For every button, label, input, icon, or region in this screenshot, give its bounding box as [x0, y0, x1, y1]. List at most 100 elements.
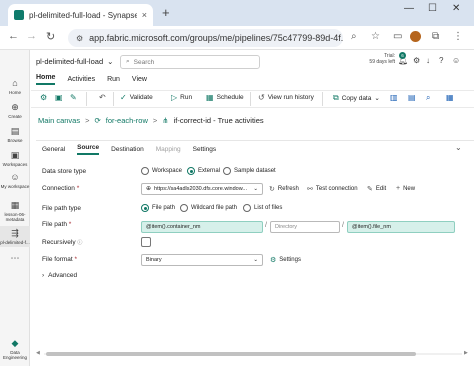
path-separator: /	[265, 222, 267, 229]
new-tab-button[interactable]: +	[162, 5, 170, 20]
tab-settings[interactable]: Settings	[193, 146, 217, 153]
rail-item-lesson-workspace[interactable]: ▦ lesson-06-metadata	[0, 200, 30, 222]
collapse-panel-icon[interactable]: ⌄	[455, 143, 462, 152]
forward-icon[interactable]: →	[26, 30, 37, 42]
rail-item-home[interactable]: ⌂ Home	[0, 78, 30, 95]
rail-item-my-workspace[interactable]: ☺ My workspace	[0, 172, 30, 189]
copy-data-button[interactable]: ⧉ Copy data ⌄	[333, 93, 380, 103]
lookup-icon: ⌕	[426, 93, 431, 102]
browser-menu-icon[interactable]: ⋮	[453, 31, 463, 42]
radio-file-path[interactable]: File path	[141, 204, 175, 212]
rail-more[interactable]: ⋯	[0, 253, 30, 265]
edit-button[interactable]: ✎ Edit	[367, 185, 386, 193]
breadcrumb-current: if-correct-id - True activities	[173, 116, 264, 125]
radio-button	[141, 167, 149, 175]
workspace-icon: ▦	[10, 200, 20, 210]
view-run-history-button[interactable]: ↺ View run history	[258, 93, 314, 102]
tab-source[interactable]: Source	[77, 144, 100, 155]
window-close-icon[interactable]: ✕	[452, 3, 460, 14]
ribbon-divider	[322, 92, 323, 106]
file-name-input[interactable]: @item().file_nm	[347, 221, 455, 233]
breadcrumb-main-canvas[interactable]: Main canvas	[38, 116, 80, 125]
breadcrumb-for-each-row[interactable]: for-each-row	[106, 116, 148, 125]
rail-item-workspaces[interactable]: ▣ Workspaces	[0, 150, 30, 167]
radio-wildcard-file-path[interactable]: Wildcard file path	[180, 204, 237, 212]
advanced-expander[interactable]: › Advanced	[42, 272, 77, 279]
tab-view[interactable]: View	[132, 76, 147, 83]
search-page-icon[interactable]: ⌕	[351, 31, 357, 42]
rail-item-pipeline[interactable]: ⇶ pl-delimited-f...	[0, 226, 30, 247]
connection-select[interactable]: ⊕ https://sa4adls2030.dfs.core.window...…	[141, 183, 263, 195]
pipeline-icon: ⇶	[11, 228, 19, 238]
reload-icon[interactable]: ↻	[46, 30, 55, 43]
radio-sample-dataset[interactable]: Sample dataset	[223, 167, 276, 175]
tab-close-icon[interactable]: ×	[142, 10, 147, 20]
directory-input[interactable]: Directory	[270, 221, 340, 233]
create-icon: ⊕	[11, 102, 19, 112]
lookup-button[interactable]: ⌕	[426, 93, 430, 103]
tab-mapping[interactable]: Mapping	[156, 146, 181, 153]
rail-item-create[interactable]: ⊕ Create	[0, 102, 30, 119]
settings-gear-button[interactable]: ⚙	[40, 93, 47, 102]
validate-button[interactable]: ✓ Validate	[120, 93, 153, 102]
data-engineering-icon: ◆	[11, 338, 19, 348]
tab-destination[interactable]: Destination	[111, 146, 144, 153]
extensions-icon[interactable]: ⧉	[432, 31, 439, 42]
breadcrumb-separator: >	[85, 116, 90, 125]
recursively-checkbox[interactable]	[141, 237, 151, 247]
back-icon[interactable]: ←	[8, 30, 19, 42]
home-icon: ⌂	[12, 78, 18, 88]
script-button[interactable]: ▦	[446, 93, 454, 102]
bookmark-star-icon[interactable]: ☆	[371, 31, 380, 42]
radio-list-of-files[interactable]: List of files	[243, 204, 282, 212]
scroll-left-icon[interactable]: ◀	[36, 350, 40, 356]
tab-activities[interactable]: Activities	[67, 76, 95, 83]
download-icon[interactable]: ↓	[426, 56, 430, 65]
fabric-favicon-icon	[14, 10, 24, 20]
recursively-label: Recursively ⓘ	[42, 239, 83, 246]
checkmark-icon: ✓	[120, 93, 127, 102]
radio-button	[223, 167, 231, 175]
feedback-icon[interactable]: ☺	[452, 56, 460, 65]
copy-data-icon: ⧉	[333, 93, 339, 102]
save-icon: ▣	[55, 93, 63, 102]
tab-home[interactable]: Home	[36, 74, 56, 85]
scroll-thumb[interactable]	[46, 352, 416, 356]
tab-run[interactable]: Run	[107, 76, 120, 83]
refresh-button[interactable]: ↻ Refresh	[269, 185, 299, 193]
url-field[interactable]: ⚙ app.fabric.microsoft.com/groups/me/pip…	[68, 29, 343, 47]
schedule-button[interactable]: ▦ Schedule	[206, 93, 244, 102]
save-as-button[interactable]: ✎	[70, 93, 77, 102]
site-info-icon[interactable]: ⚙	[76, 34, 83, 43]
minimize-icon[interactable]: —	[404, 3, 414, 14]
dataflow-button[interactable]: ▥	[390, 93, 398, 102]
run-button[interactable]: ▷ Run	[171, 93, 192, 102]
app-name-dropdown[interactable]: pl-delimited-full-load ⌄	[36, 57, 113, 66]
container-input[interactable]: @item().container_nm	[141, 221, 263, 233]
tab-general[interactable]: General	[42, 146, 65, 153]
my-workspace-icon: ☺	[10, 172, 20, 182]
sidebar-icon[interactable]: ▭	[393, 31, 402, 42]
profile-avatar[interactable]	[410, 31, 421, 42]
new-connection-button[interactable]: + New	[396, 185, 415, 192]
test-connection-button[interactable]: ⚯ Test connection	[307, 185, 358, 193]
search-input[interactable]: ⌕ Search	[120, 55, 260, 69]
radio-external[interactable]: External	[187, 167, 220, 175]
horizontal-scrollbar[interactable]: ◀ ▶	[36, 350, 470, 357]
help-icon[interactable]: ?	[439, 56, 443, 65]
notebook-button[interactable]: ▤	[408, 93, 416, 102]
undo-button[interactable]: ↶	[99, 93, 106, 102]
scroll-right-icon[interactable]: ▶	[464, 350, 468, 356]
breadcrumb-separator: >	[152, 116, 158, 125]
save-button[interactable]: ▣	[55, 93, 63, 102]
trial-status: Trial: 59 days left	[369, 53, 395, 65]
edit-icon: ✎	[367, 186, 373, 193]
radio-workspace[interactable]: Workspace	[141, 167, 182, 175]
file-format-settings-button[interactable]: ⚙ Settings	[270, 256, 301, 264]
settings-icon[interactable]: ⚙	[413, 56, 420, 65]
maximize-icon[interactable]: ☐	[428, 3, 437, 14]
rail-item-browse[interactable]: ▤ Browse	[0, 126, 30, 143]
rail-item-data-engineering[interactable]: ◆ Data Engineering	[0, 338, 30, 360]
file-format-select[interactable]: Binary ⌄	[141, 254, 263, 266]
browser-tab[interactable]: pl-delimited-full-load - Synapse ×	[8, 4, 153, 26]
